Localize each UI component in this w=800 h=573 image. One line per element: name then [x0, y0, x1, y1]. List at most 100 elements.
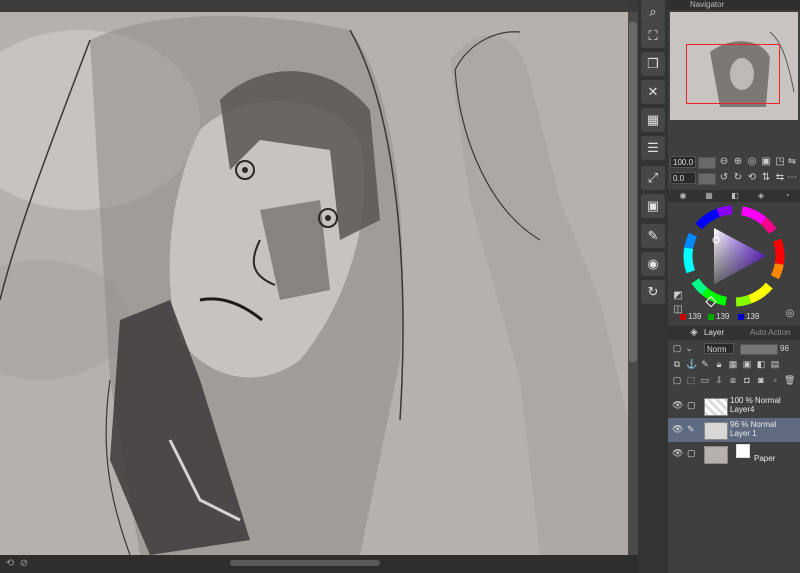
layer-list-icon[interactable]: ☰: [641, 136, 665, 160]
more-icon[interactable]: ⋯: [786, 172, 798, 184]
layer-tab-icon: ◈: [690, 327, 698, 338]
refresh-icon[interactable]: ↻: [641, 280, 665, 304]
fill-icon[interactable]: ◳: [774, 156, 786, 168]
rotate-reset-icon[interactable]: ⟲: [4, 558, 16, 570]
navigator-preview[interactable]: [670, 12, 798, 120]
magnifier-icon[interactable]: ⌕: [641, 0, 665, 24]
layer-property-icon[interactable]: ▢: [672, 342, 682, 354]
layer-meta: 100 % Normal Layer4: [730, 396, 781, 414]
auto-action-tab[interactable]: Auto Action: [750, 328, 790, 338]
opacity-value[interactable]: 96: [780, 343, 789, 354]
horizontal-scroll-thumb[interactable]: [230, 560, 380, 566]
ruler-enable-icon[interactable]: ◧: [756, 358, 766, 370]
reset-rotation-icon[interactable]: ⟲: [746, 172, 758, 184]
draft-layer-icon[interactable]: ✎: [700, 358, 710, 370]
main-color-swatch-icon[interactable]: ◩: [672, 290, 684, 302]
zoom-in-icon[interactable]: ⊕: [732, 156, 744, 168]
intermediate-color-tab-icon[interactable]: ◧: [724, 191, 746, 201]
canvas-top-strip: [0, 0, 628, 12]
layer-tools: ▢ ⌄ Norm 96 ⧉ ⚓ ✎ 🔒︎ ▦ ▣ ◧ ▤ ▢ ⬚ ▭ ⇩ ⧈ ◘…: [668, 340, 800, 392]
layer-lock-box[interactable]: ▢: [687, 448, 697, 458]
color-options-icon[interactable]: ◎: [784, 308, 796, 320]
color-tabs: ◉ ▦ ◧ ◈ ◔: [668, 190, 800, 202]
zoom-fit-icon[interactable]: ⛶: [641, 24, 665, 48]
flip-v-icon[interactable]: ⇅: [760, 172, 772, 184]
clip-icon[interactable]: ⧉: [672, 358, 682, 370]
blue-value[interactable]: 139: [738, 312, 759, 321]
zoom-slider[interactable]: [698, 157, 716, 169]
grid-icon[interactable]: ▦: [641, 108, 665, 132]
hide-icon[interactable]: ▫: [770, 374, 780, 386]
layer-row-layer1[interactable]: 👁︎ ✎ 96 % Normal Layer 1: [668, 418, 800, 442]
rotate-left-icon[interactable]: ↺: [718, 172, 730, 184]
zoom-out-icon[interactable]: ⊖: [718, 156, 730, 168]
layer-thumbnail: [704, 422, 728, 440]
lock-transparent-icon[interactable]: ▦: [728, 358, 738, 370]
layer-row-paper[interactable]: 👁︎ ▢ Paper: [668, 442, 800, 466]
pen-icon: ✎: [687, 424, 695, 434]
layer-row-layer4[interactable]: 👁︎ ▢ 100 % Normal Layer4: [668, 394, 800, 418]
layer-name: Paper: [754, 454, 776, 463]
vertical-scrollbar[interactable]: [628, 12, 638, 555]
layer-tab[interactable]: Layer: [704, 328, 724, 338]
approx-color-tab-icon[interactable]: ◈: [750, 191, 772, 201]
eye-icon[interactable]: 👁︎: [672, 448, 683, 458]
mask-icon[interactable]: ◘: [742, 374, 752, 386]
eye-icon[interactable]: 👁︎: [672, 400, 683, 410]
layer-thumbnail: [704, 446, 728, 464]
vertical-scroll-thumb[interactable]: [629, 22, 637, 362]
mirror-icon[interactable]: ⇆: [774, 172, 786, 184]
camera-icon[interactable]: ◉: [641, 252, 665, 276]
flip-icon[interactable]: ⊘: [18, 558, 30, 570]
paper-icon: [736, 444, 750, 458]
command-toolbar: ⌕ ⛶ ❐ ✕ ▦ ☰ ⤢ ▣ ✎ ◉ ↻: [638, 0, 668, 573]
fit-icon[interactable]: ▣: [760, 156, 772, 168]
new-raster-layer-icon[interactable]: ▢: [672, 374, 682, 386]
zoom-field[interactable]: 100.0: [670, 156, 696, 168]
rotate-right-icon[interactable]: ↻: [732, 172, 744, 184]
color-wheel-panel[interactable]: ◩ ◫ 139 139 139 ◎: [668, 202, 800, 324]
green-value[interactable]: 139: [708, 312, 729, 321]
rotation-slider[interactable]: [698, 173, 716, 185]
reference-layer-icon[interactable]: ⚓: [686, 358, 697, 370]
red-value[interactable]: 139: [680, 312, 701, 321]
actual-size-icon[interactable]: ◎: [746, 156, 758, 168]
layer-thumbnail: [704, 398, 728, 416]
layer-opacity-mode: 96 % Normal: [730, 420, 777, 429]
color-set-tab-icon[interactable]: ▦: [698, 191, 720, 201]
navigator-tab-bar: Navigator: [668, 0, 800, 10]
layer-name: Layer4: [730, 405, 755, 414]
navigator-title[interactable]: Navigator: [690, 0, 724, 10]
transform-icon[interactable]: ⤢: [641, 166, 665, 190]
navigator-controls: 100.0 ⊖ ⊕ ◎ ▣ ◳ ⇋ 0.0 ↺ ↻ ⟲ ⇅ ⇆ ⋯: [668, 154, 800, 188]
eye-icon[interactable]: 👁︎: [672, 424, 683, 434]
transfer-down-icon[interactable]: ⇩: [714, 374, 724, 386]
right-panel: Navigator 100.0 ⊖ ⊕ ◎ ▣ ◳ ⇋ 0.0 ↺ ↻ ⟲ ⇅ …: [668, 0, 800, 573]
drawing-canvas[interactable]: [0, 0, 628, 555]
opacity-slider[interactable]: [740, 344, 778, 355]
layer-tabs: ◈ Layer Auto Action: [668, 326, 800, 340]
navigator-view-rect[interactable]: [686, 44, 780, 104]
horizontal-scrollbar[interactable]: ⟲ ⊘: [0, 555, 638, 573]
close-x-icon[interactable]: ✕: [641, 80, 665, 104]
blend-mode-select[interactable]: Norm: [704, 343, 734, 354]
color-wheel-tab-icon[interactable]: ◉: [672, 191, 694, 201]
folder-icon[interactable]: ▣: [641, 194, 665, 218]
copy-icon[interactable]: ❐: [641, 52, 665, 76]
edit-icon[interactable]: ✎: [641, 224, 665, 248]
layer-lock-box[interactable]: ▢: [687, 400, 697, 410]
new-folder-icon[interactable]: ▭: [700, 374, 710, 386]
mask-enable-icon[interactable]: ▣: [742, 358, 752, 370]
flip-h-icon[interactable]: ⇋: [786, 156, 798, 168]
lock-icon[interactable]: 🔒︎: [714, 358, 724, 370]
combine-down-icon[interactable]: ⧈: [728, 374, 738, 386]
new-vector-layer-icon[interactable]: ⬚: [686, 374, 696, 386]
apply-mask-icon[interactable]: ◙: [756, 374, 766, 386]
chevron-down-icon[interactable]: ⌄: [684, 342, 694, 354]
rotation-field[interactable]: 0.0: [670, 172, 696, 184]
color-wheel[interactable]: [668, 202, 800, 314]
history-tab-icon[interactable]: ◔: [776, 191, 798, 201]
trash-icon[interactable]: 🗑︎: [784, 374, 795, 386]
layer-color-icon[interactable]: ▤: [770, 358, 780, 370]
artwork: [0, 16, 628, 555]
